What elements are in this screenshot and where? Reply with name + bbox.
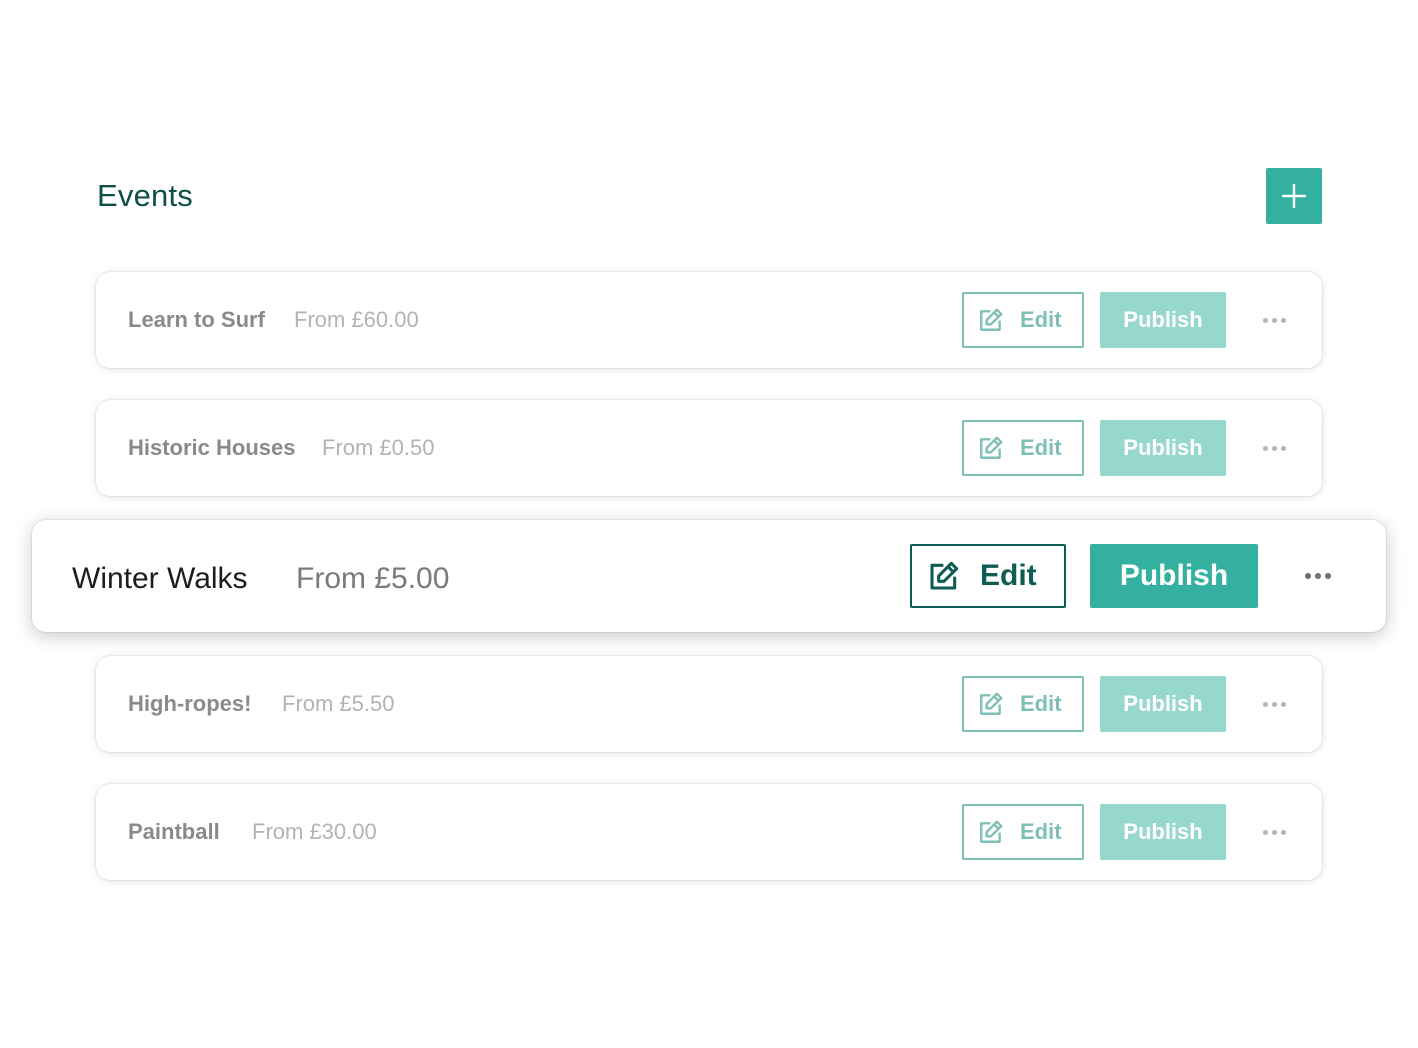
- more-dots-icon: [1262, 829, 1268, 835]
- event-card-active: Winter Walks From £5.00 Edit Publish: [32, 520, 1386, 632]
- edit-label: Edit: [1020, 435, 1062, 460]
- event-card: High-ropes! From £5.50 Edit Publish: [96, 656, 1322, 752]
- publish-button[interactable]: Publish: [1100, 292, 1226, 348]
- edit-label: Edit: [1020, 691, 1062, 716]
- more-dots-icon: [1305, 573, 1311, 579]
- more-dots-icon: [1262, 317, 1268, 323]
- event-price: From £5.50: [282, 691, 395, 716]
- event-price: From £60.00: [294, 307, 419, 332]
- edit-icon: [980, 308, 1003, 331]
- edit-button[interactable]: Edit: [962, 420, 1084, 476]
- event-name: Historic Houses: [128, 435, 296, 460]
- event-name: Winter Walks: [72, 562, 248, 595]
- edit-label: Edit: [980, 559, 1037, 592]
- event-card: Historic Houses From £0.50 Edit Publish: [96, 400, 1322, 496]
- publish-button[interactable]: Publish: [1100, 804, 1226, 860]
- event-price: From £0.50: [322, 435, 435, 460]
- add-event-button[interactable]: [1266, 168, 1322, 224]
- edit-icon: [980, 692, 1003, 715]
- more-options-button[interactable]: [1256, 818, 1292, 846]
- event-price: From £30.00: [252, 819, 377, 844]
- more-options-button[interactable]: [1256, 690, 1292, 718]
- edit-button[interactable]: Edit: [910, 544, 1066, 608]
- edit-button[interactable]: Edit: [962, 292, 1084, 348]
- edit-button[interactable]: Edit: [962, 676, 1084, 732]
- more-dots-icon: [1262, 445, 1268, 451]
- publish-button[interactable]: Publish: [1100, 420, 1226, 476]
- plus-icon: [1282, 184, 1306, 208]
- more-options-button[interactable]: [1256, 434, 1292, 462]
- event-name: Paintball: [128, 819, 220, 844]
- event-card: Paintball From £30.00 Edit Publish: [96, 784, 1322, 880]
- event-name: High-ropes!: [128, 691, 252, 716]
- edit-icon: [930, 561, 959, 590]
- more-options-button[interactable]: [1256, 306, 1292, 334]
- page-title: Events: [97, 178, 193, 213]
- publish-button[interactable]: Publish: [1100, 676, 1226, 732]
- event-name: Learn to Surf: [128, 307, 265, 332]
- edit-label: Edit: [1020, 819, 1062, 844]
- edit-button[interactable]: Edit: [962, 804, 1084, 860]
- event-price: From £5.00: [296, 562, 450, 595]
- events-page: Events Learn to Surf From £60.00 Edit Pu…: [0, 0, 1418, 1048]
- edit-label: Edit: [1020, 307, 1062, 332]
- more-dots-icon: [1262, 701, 1268, 707]
- event-card: Learn to Surf From £60.00 Edit Publish: [96, 272, 1322, 368]
- edit-icon: [980, 820, 1003, 843]
- publish-button[interactable]: Publish: [1090, 544, 1258, 608]
- more-options-button[interactable]: [1298, 562, 1338, 590]
- edit-icon: [980, 436, 1003, 459]
